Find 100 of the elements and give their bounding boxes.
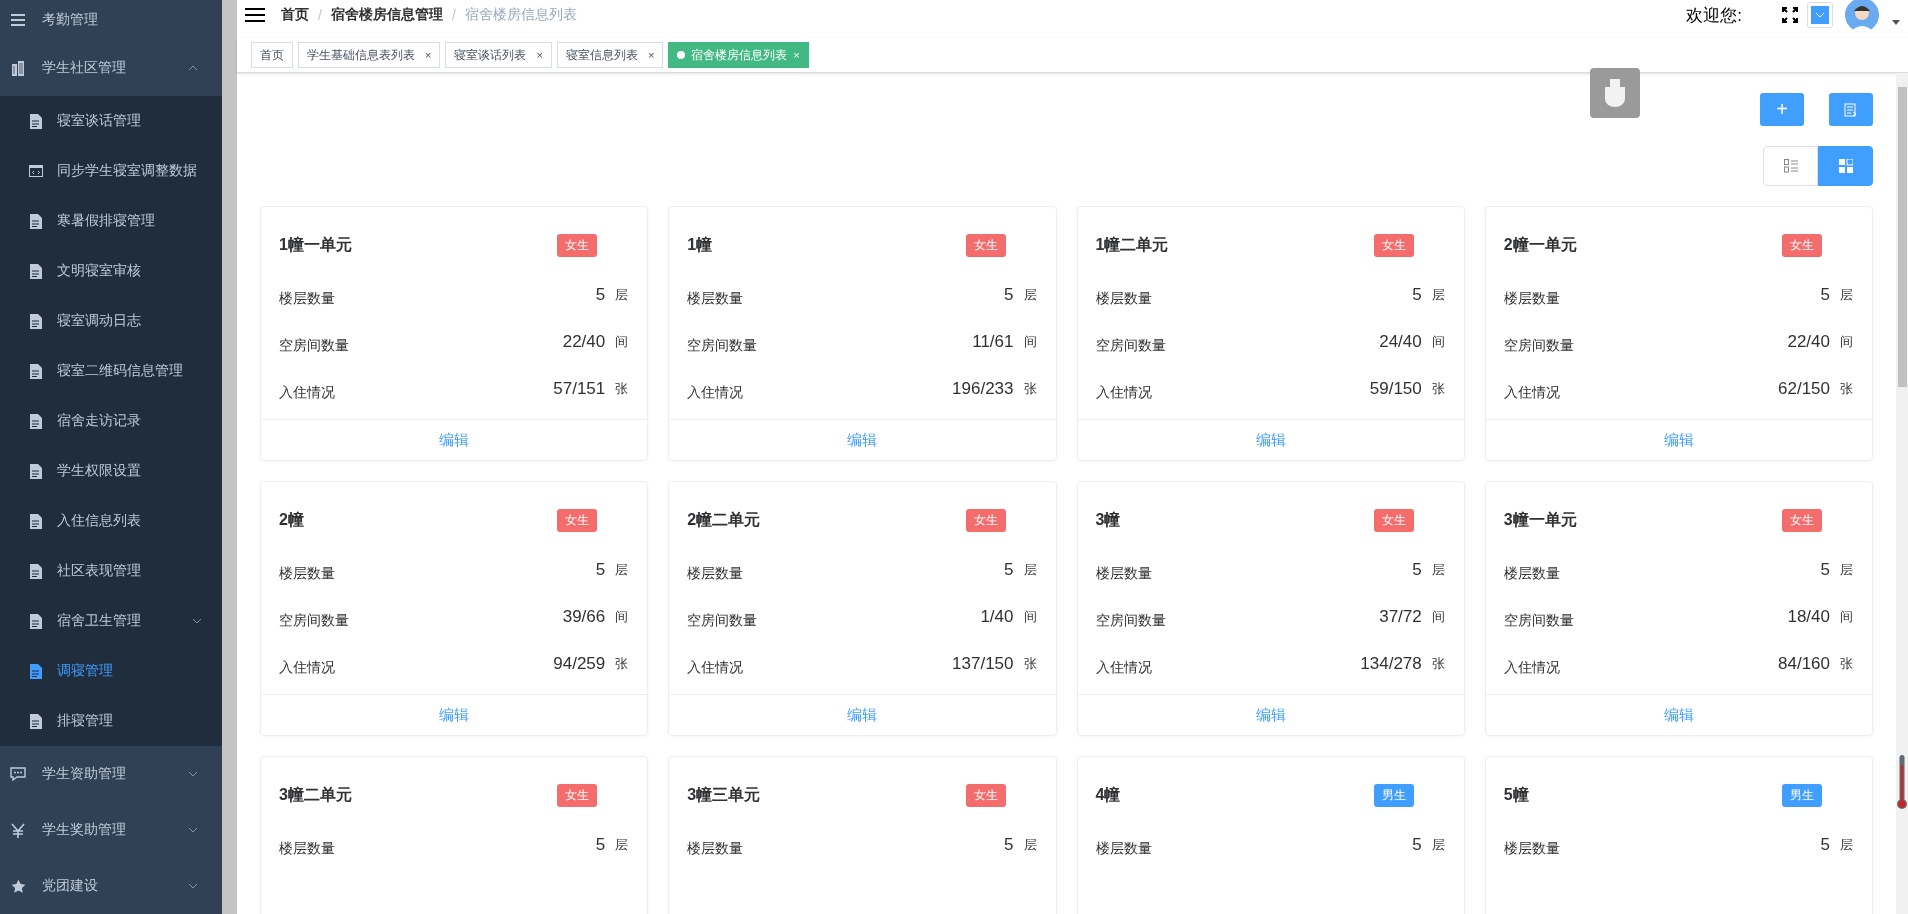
sidebar-item[interactable]: 学生权限设置 [0, 446, 222, 496]
sidebar-group[interactable]: 党团建设 [0, 858, 222, 914]
building-name: 1幢一单元 [279, 234, 352, 255]
document-icon [29, 563, 43, 579]
building-name: 3幢 [1095, 509, 1121, 530]
usb-drive-icon[interactable] [1590, 68, 1640, 118]
sidebar-item[interactable]: 寒暑假排寝管理 [0, 196, 222, 246]
fullscreen-icon[interactable] [1782, 7, 1798, 23]
document-icon [29, 463, 43, 479]
stat-label: 入住情况 [279, 383, 335, 402]
stat-value: 5 [595, 559, 606, 580]
gender-tag: 女生 [965, 783, 1006, 807]
dropdown-button[interactable] [1808, 3, 1832, 27]
card-view-button[interactable] [1818, 146, 1873, 186]
stat-unit: 层 [1431, 835, 1445, 854]
sidebar-item[interactable]: 排寝管理 [0, 696, 222, 746]
breadcrumb-separator: / [451, 7, 456, 23]
sidebar-item[interactable]: 入住信息列表 [0, 496, 222, 546]
tab[interactable]: 学生基础信息表列表 × [298, 42, 441, 68]
welcome-text: 欢迎您: [1686, 4, 1742, 27]
stat-label: 入住情况 [1095, 383, 1152, 402]
stat-unit: 层 [1840, 835, 1853, 854]
stat-value: 22/40 [562, 331, 606, 352]
sidebar-item[interactable]: 宿舍卫生管理 [0, 596, 222, 646]
stat-label: 楼层数量 [1095, 839, 1152, 858]
stat-unit: 间 [1023, 607, 1037, 626]
breadcrumb-item[interactable]: 宿舍楼房信息管理 [330, 6, 443, 24]
stat-value: 5 [595, 834, 606, 855]
gender-tag: 女生 [1782, 508, 1822, 532]
sidebar-item[interactable]: 寝室二维码信息管理 [0, 346, 222, 396]
breadcrumb-item[interactable]: 首页 [281, 6, 309, 24]
code-window-icon [29, 165, 43, 177]
stat-label: 空房间数量 [1095, 336, 1166, 355]
sidebar-group[interactable]: 考勤管理 [0, 0, 222, 40]
gender-tag: 男生 [1373, 783, 1414, 807]
stat-value: 59/150 [1369, 378, 1422, 399]
stat-label: 楼层数量 [687, 839, 744, 858]
tab[interactable]: 寝室谈话列表 × [445, 42, 552, 68]
gender-tag: 女生 [1782, 233, 1822, 257]
document-icon [29, 663, 43, 679]
sidebar-group[interactable]: 学生奖助管理 [0, 802, 222, 858]
sidebar-item[interactable]: 同步学生寝室调整数据 [0, 146, 222, 196]
stat-value: 5 [1004, 834, 1014, 855]
stat-label: 空房间数量 [279, 336, 349, 355]
gender-tag: 男生 [1782, 783, 1822, 807]
document-icon [29, 363, 43, 379]
stat-value: 84/160 [1778, 653, 1830, 674]
thermometer-icon [1897, 755, 1907, 811]
chevron-icon [188, 827, 198, 833]
stat-unit: 层 [1840, 285, 1853, 304]
stat-value: 196/233 [952, 378, 1014, 399]
stat-unit: 层 [1023, 285, 1037, 304]
sidebar-item[interactable]: 文明寝室审核 [0, 246, 222, 296]
document-icon [29, 513, 43, 529]
sidebar-item[interactable]: 调寝管理 [0, 646, 222, 696]
sidebar-group[interactable]: 学生资助管理 [0, 746, 222, 802]
stat-value: 22/40 [1787, 331, 1830, 352]
gender-tag: 女生 [557, 783, 598, 807]
building-name: 3幢二单元 [279, 784, 352, 805]
menu-icon[interactable] [245, 7, 265, 23]
list-view-icon [1783, 159, 1798, 173]
tab[interactable]: 首页 [251, 42, 293, 68]
stat-unit: 张 [1431, 379, 1445, 398]
stat-value: 11/61 [972, 331, 1014, 352]
stat-unit: 张 [1840, 654, 1853, 673]
stat-unit: 层 [1431, 285, 1445, 304]
avatar-icon[interactable] [1842, 0, 1882, 32]
stat-value: 1/40 [980, 606, 1014, 627]
stat-value: 57/151 [553, 378, 606, 399]
sidebar-item[interactable]: 宿舍走访记录 [0, 396, 222, 446]
yen-icon [11, 822, 25, 838]
sidebar-item[interactable]: 社区表现管理 [0, 546, 222, 596]
stat-label: 楼层数量 [687, 564, 744, 583]
gender-tag: 女生 [965, 508, 1006, 532]
document-icon [29, 613, 43, 629]
stat-unit: 间 [615, 607, 629, 626]
stat-label: 空房间数量 [687, 336, 758, 355]
tab[interactable]: 寝室信息列表 × [556, 42, 664, 68]
stat-value: 39/66 [562, 606, 606, 627]
sidebar-item[interactable]: 寝室调动日志 [0, 296, 222, 346]
stat-unit: 层 [615, 560, 629, 579]
gender-tag: 女生 [965, 233, 1006, 257]
stat-label: 楼层数量 [279, 564, 335, 583]
sidebar-group[interactable]: 学生社区管理 [0, 40, 222, 96]
stat-value: 134/278 [1360, 653, 1422, 674]
scrollbar[interactable] [1896, 73, 1908, 914]
stat-unit: 间 [1840, 332, 1853, 351]
stat-label: 空房间数量 [1503, 611, 1574, 630]
building-name: 1幢 [687, 234, 713, 255]
document-icon [29, 113, 43, 129]
caret-icon[interactable] [1892, 19, 1900, 25]
stat-label: 空房间数量 [687, 611, 758, 630]
stat-unit: 张 [615, 379, 629, 398]
sidebar-item[interactable]: 寝室谈话管理 [0, 96, 222, 146]
stat-value: 5 [1820, 284, 1830, 305]
document-icon [29, 263, 43, 279]
building-name: 4幢 [1095, 784, 1121, 805]
stat-unit: 张 [1431, 654, 1445, 673]
document-icon [29, 313, 43, 329]
star-icon [10, 878, 26, 894]
